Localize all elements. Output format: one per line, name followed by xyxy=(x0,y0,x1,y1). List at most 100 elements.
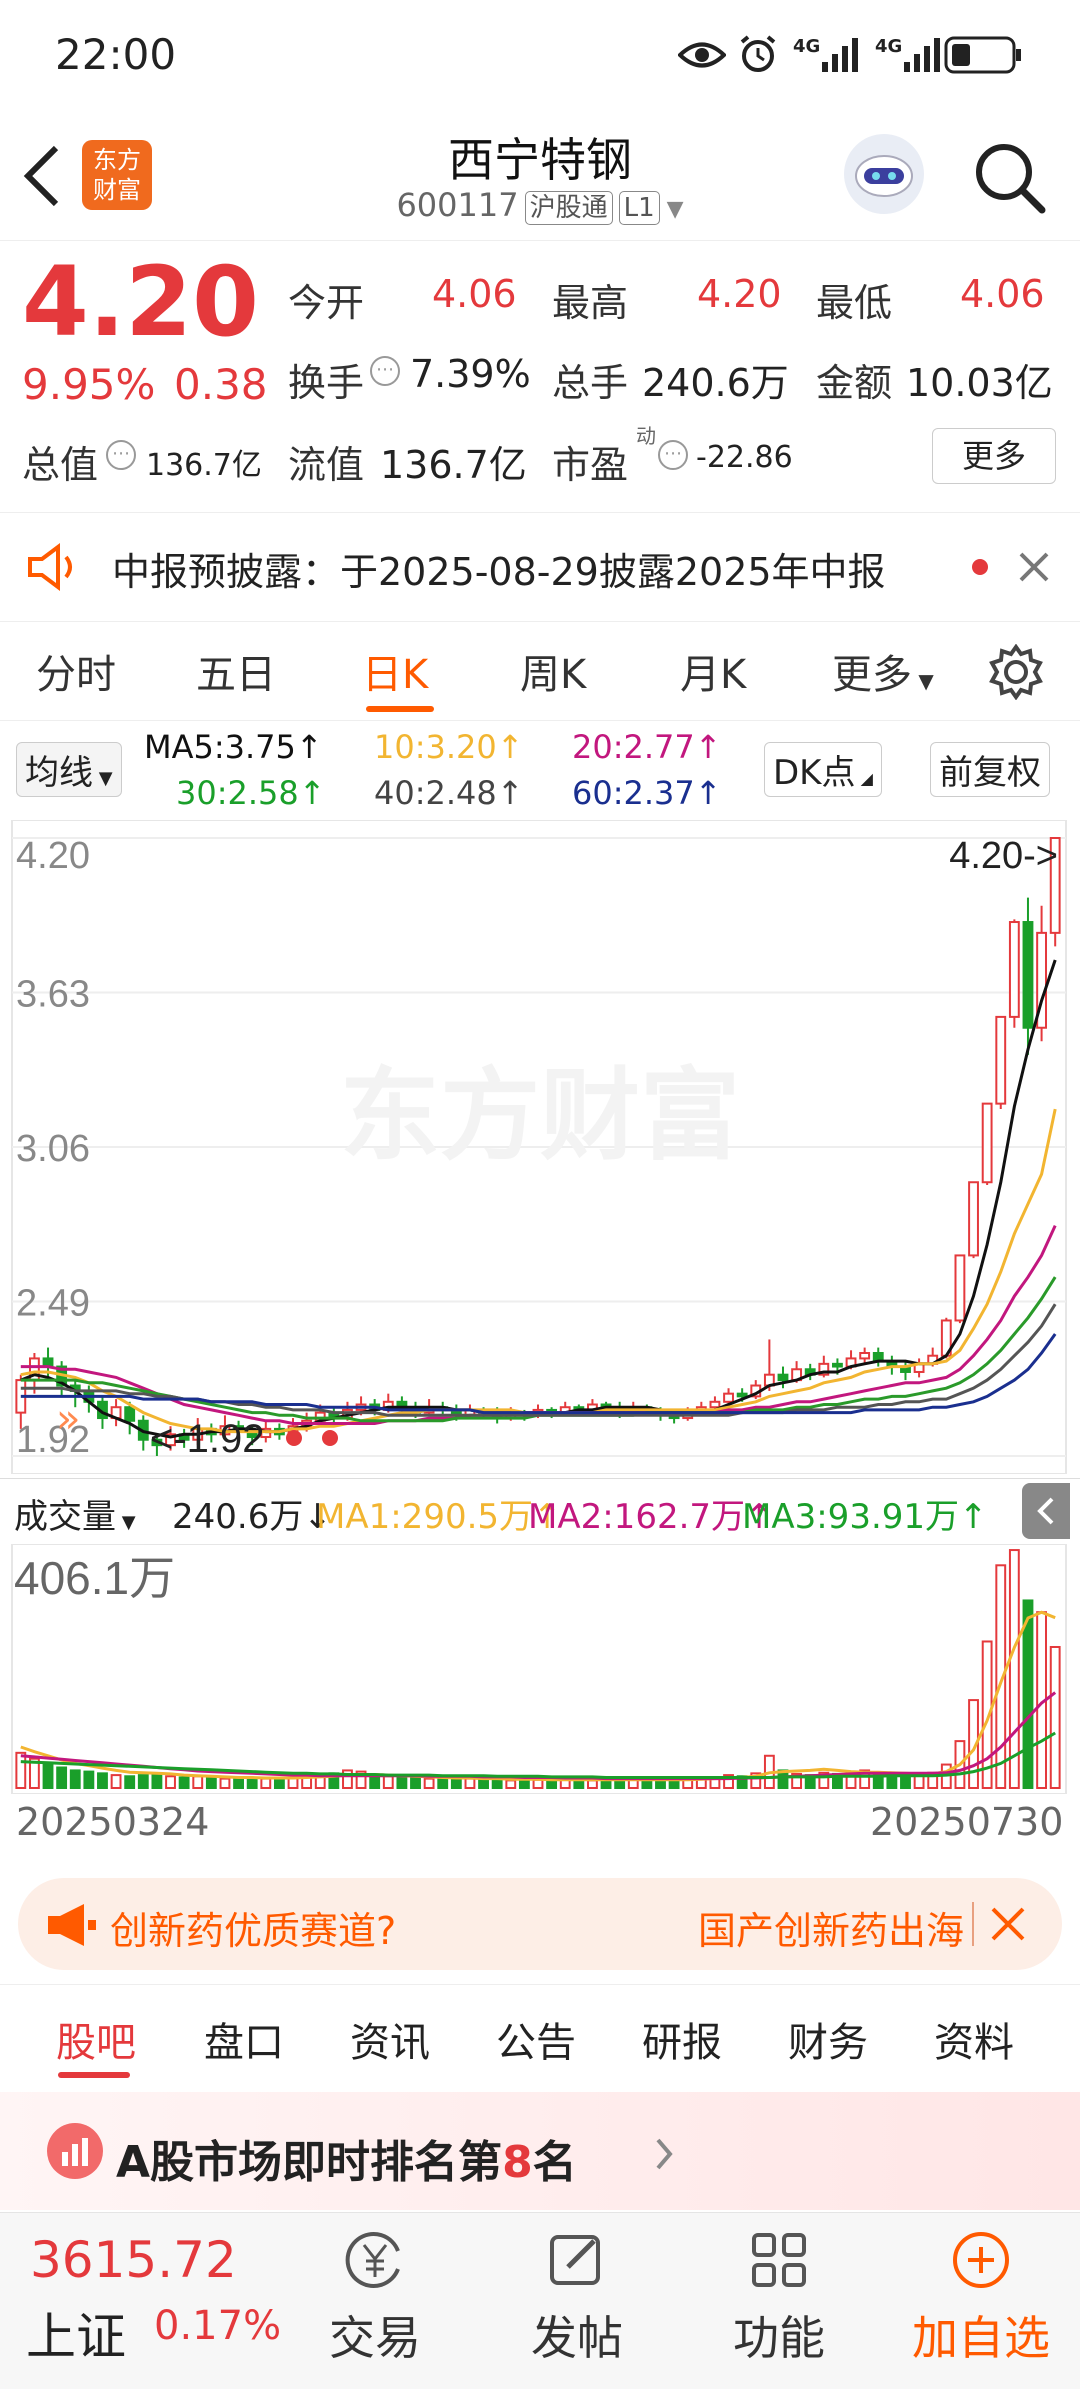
volume-bar xyxy=(900,1775,911,1789)
x-end-date: 20250730 xyxy=(870,1800,1064,1844)
plus-circle-icon xyxy=(953,2232,1009,2288)
adjust-button[interactable]: 前复权 xyxy=(930,742,1050,797)
ma30-value: 30:2.58↑ xyxy=(176,774,326,812)
ad-left-text: 创新药优质赛道? xyxy=(110,1909,397,1953)
volume-bar xyxy=(423,1777,435,1790)
volume-bar xyxy=(464,1777,476,1790)
tab-more[interactable]: 更多 ▼ xyxy=(832,642,934,700)
change-percent: 9.95% xyxy=(22,360,156,409)
info-icon[interactable]: ⋯ xyxy=(106,440,136,470)
y-tick-label: 3.63 xyxy=(16,974,90,1016)
change-amount: 0.38 xyxy=(174,360,268,409)
vol-ma3: MA3:93.91万↑ xyxy=(742,1497,988,1537)
speaker-icon xyxy=(28,543,72,591)
tab-finance[interactable]: 财务 xyxy=(788,2010,868,2068)
high-value: 4.20 xyxy=(697,272,782,316)
volume-bar xyxy=(246,1777,258,1790)
tab-guba[interactable]: 股吧 xyxy=(56,2010,136,2068)
ad-right-text: 国产创新药出海 xyxy=(698,1909,965,1953)
volume-ma-line xyxy=(20,1610,1056,1782)
function-label: 功能 xyxy=(733,2311,825,2365)
tab-five-day[interactable]: 五日 xyxy=(196,642,276,700)
low-marker: <-1.92 xyxy=(150,1417,265,1461)
volume-bar xyxy=(587,1779,598,1789)
volume-chart[interactable]: 406.1万 xyxy=(0,1544,1080,1794)
candle-body xyxy=(995,1015,1007,1105)
signal-dot xyxy=(286,1430,302,1446)
ad-banner[interactable]: 创新药优质赛道? 国产创新药出海 xyxy=(18,1878,1062,1970)
megaphone-icon xyxy=(48,1904,96,1946)
volume-bar xyxy=(56,1766,68,1789)
volume-bar xyxy=(546,1779,558,1789)
robot-assistant-icon[interactable] xyxy=(842,132,926,216)
volume-bar xyxy=(655,1779,666,1790)
volume-bar xyxy=(165,1775,176,1789)
volume-bar xyxy=(110,1774,122,1790)
float-cap-label: 流值 xyxy=(288,443,365,487)
tab-news[interactable]: 资讯 xyxy=(350,2010,430,2068)
low-value: 4.06 xyxy=(960,272,1045,316)
index-value[interactable]: 3615.72 xyxy=(30,2231,237,2289)
candle-body xyxy=(954,1254,966,1322)
rank-suffix: 名 xyxy=(532,2137,577,2188)
code-dropdown-icon[interactable]: ▼ xyxy=(660,197,684,222)
ma10-value: 10:3.20↑ xyxy=(374,728,524,766)
tab-announcements[interactable]: 公告 xyxy=(496,2010,576,2068)
volume-bar xyxy=(260,1777,272,1790)
expand-chevron-icon: » xyxy=(56,1396,80,1442)
tab-intraday[interactable]: 分时 xyxy=(36,642,116,700)
index-name[interactable]: 上证 xyxy=(26,2297,126,2369)
volume-bar xyxy=(192,1775,204,1789)
status-bar: 22:00 4G 4G xyxy=(0,0,1080,110)
chevron-left-icon xyxy=(1037,1497,1054,1525)
volume-bar xyxy=(1049,1645,1061,1790)
low-label: 最低 xyxy=(816,281,893,325)
close-icon[interactable] xyxy=(1018,551,1050,583)
candle-body xyxy=(832,1362,843,1368)
volume-label: 总手 xyxy=(552,361,629,405)
signal-icon xyxy=(822,38,858,72)
info-icon[interactable]: ⋯ xyxy=(658,440,688,470)
rank-banner[interactable]: A股市场即时排名第8名 xyxy=(0,2092,1080,2210)
search-icon[interactable] xyxy=(972,140,1048,216)
turnover-value: 7.39% xyxy=(410,352,531,396)
close-icon[interactable] xyxy=(990,1906,1026,1942)
open-value: 4.06 xyxy=(432,272,517,316)
volume-bar xyxy=(1022,1599,1034,1789)
notice-bar[interactable]: 中报预披露：于2025-08-29披露2025年中报 xyxy=(0,512,1080,622)
candle-body xyxy=(124,1406,136,1422)
dk-point-button[interactable]: DK点 ◢ xyxy=(764,742,882,797)
tab-monthly-k[interactable]: 月K xyxy=(680,642,746,700)
chevron-right-icon xyxy=(656,2138,673,2170)
collapse-panel-button[interactable] xyxy=(1022,1483,1070,1539)
ma60-value: 60:2.37↑ xyxy=(572,774,722,812)
tab-research[interactable]: 研报 xyxy=(642,2010,722,2068)
tab-weekly-k[interactable]: 周K xyxy=(520,642,586,700)
unread-dot xyxy=(972,559,988,575)
eye-icon xyxy=(678,42,726,68)
dk-point-label: DK点 xyxy=(773,753,856,793)
tab-pankou[interactable]: 盘口 xyxy=(204,2010,284,2068)
open-label: 今开 xyxy=(288,281,365,325)
rank-text: A股市场即时排名第8名 xyxy=(116,2126,577,2190)
tab-daily-k[interactable]: 日K xyxy=(362,642,428,700)
gear-icon[interactable] xyxy=(988,644,1044,700)
ma-select[interactable]: 均线 ▼ xyxy=(16,742,122,797)
trade-label: 交易 xyxy=(329,2311,421,2365)
ma-select-label: 均线 xyxy=(25,753,93,793)
status-time: 22:00 xyxy=(55,30,177,79)
volume-bar xyxy=(219,1777,231,1790)
info-icon[interactable]: ⋯ xyxy=(370,356,400,386)
more-button[interactable]: 更多 xyxy=(932,428,1056,484)
volume-bar xyxy=(1008,1549,1020,1789)
post-button[interactable]: 发帖 xyxy=(512,2229,642,2368)
stock-header: 东方 财富 西宁特钢 600117 沪股通 L1 ▼ xyxy=(0,110,1080,241)
volume-indicator-select[interactable]: 成交量 ▼ xyxy=(14,1489,136,1538)
add-watchlist-label: 加自选 xyxy=(912,2311,1050,2365)
function-button[interactable]: 功能 xyxy=(714,2229,844,2368)
tab-profile[interactable]: 资料 xyxy=(934,2010,1014,2068)
pe-label: 市盈 xyxy=(552,443,629,487)
trade-button[interactable]: 交易 xyxy=(310,2229,440,2368)
kline-chart[interactable]: 东方财富4.203.633.062.491.924.20-><-1.92» xyxy=(0,820,1080,1474)
add-watchlist-button[interactable]: 加自选 xyxy=(896,2229,1066,2368)
